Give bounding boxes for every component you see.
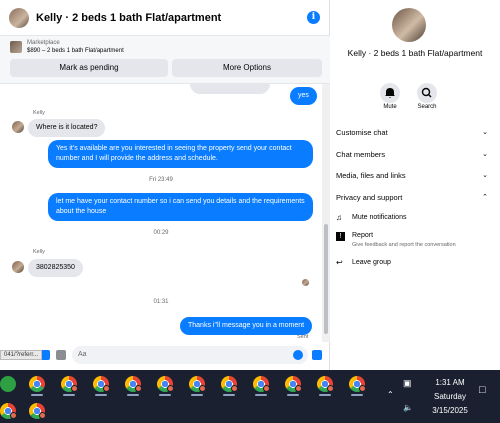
report-icon: ! <box>336 232 345 241</box>
message-bubble-incoming: Where is it located? <box>28 119 106 137</box>
bell-icon <box>385 88 395 98</box>
chat-header: Kelly · 2 beds 1 bath Flat/apartment i <box>0 0 330 36</box>
search-button[interactable] <box>417 83 437 103</box>
chevron-down-icon: ⌄ <box>482 172 488 179</box>
message-bubble-outgoing: yes <box>290 87 317 105</box>
row-label: Chat members <box>336 150 386 159</box>
marketplace-label: Marketplace <box>27 40 60 46</box>
active-indicator <box>351 394 363 396</box>
media-files-links-row[interactable]: Media, files and links ⌄ <box>336 171 488 180</box>
sender-name: Kelly <box>33 110 45 116</box>
listing-thumbnail[interactable] <box>10 41 22 53</box>
message-bubble-outgoing: let me have your contact number so i can… <box>48 193 313 221</box>
whatsapp-icon[interactable] <box>0 376 16 392</box>
search-icon <box>421 87 432 98</box>
timestamp: 01:31 <box>153 299 169 305</box>
chat-panel: Kelly · 2 beds 1 bath Flat/apartment i M… <box>0 0 330 370</box>
clock-date[interactable]: 3/15/2025 <box>425 406 475 415</box>
chevron-down-icon: ⌄ <box>482 129 488 136</box>
chevron-up-icon: ⌃ <box>482 194 488 201</box>
avatar[interactable] <box>9 7 29 28</box>
like-icon[interactable] <box>312 350 322 360</box>
status-url: 041/?referr... <box>0 350 43 360</box>
mute-notifications-icon: ♫ <box>336 213 342 222</box>
active-indicator <box>159 394 171 396</box>
profile-badge-icon <box>10 412 17 419</box>
sender-name: Kelly <box>33 249 45 255</box>
message-bubble-incoming: 3802825350 <box>28 259 83 277</box>
clock-time[interactable]: 1:31 AM <box>425 378 475 387</box>
leave-group-item[interactable]: Leave group <box>352 259 391 266</box>
volume-icon[interactable]: 🔈 <box>403 403 413 412</box>
profile-badge-icon <box>39 412 46 419</box>
message-bubble-outgoing: Yes it's available are you interested in… <box>48 140 313 168</box>
message-bubble-partial <box>190 84 270 94</box>
mute-notifications-item[interactable]: Mute notifications <box>352 214 406 221</box>
mute-button[interactable] <box>380 83 400 103</box>
avatar[interactable] <box>392 8 426 42</box>
chrome-icon[interactable] <box>29 376 45 392</box>
active-indicator <box>31 394 43 396</box>
profile-badge-icon <box>263 385 270 392</box>
profile-badge-icon <box>199 385 206 392</box>
scrollbar[interactable] <box>322 84 330 342</box>
chevron-up-icon[interactable]: ⌃ <box>387 390 394 399</box>
privacy-support-row[interactable]: Privacy and support ⌃ <box>336 193 488 202</box>
scrollbar-thumb[interactable] <box>324 224 328 334</box>
message-list: yes Kelly Where is it located? Yes it's … <box>0 84 322 342</box>
leave-icon: ↩ <box>336 258 343 267</box>
active-indicator <box>127 394 139 396</box>
messenger-window: Kelly · 2 beds 1 bath Flat/apartment i M… <box>0 0 500 370</box>
profile-badge-icon <box>359 385 366 392</box>
clock-day[interactable]: Saturday <box>425 392 475 401</box>
composer: Aa <box>0 342 330 370</box>
profile-badge-icon <box>295 385 302 392</box>
profile-badge-icon <box>135 385 142 392</box>
info-icon[interactable]: i <box>307 11 320 24</box>
profile-badge-icon <box>103 385 110 392</box>
active-indicator <box>287 394 299 396</box>
row-label: Customise chat <box>336 128 388 137</box>
message-input[interactable]: Aa <box>72 346 308 364</box>
message-status: Sent <box>297 334 309 340</box>
profile-badge-icon <box>327 385 334 392</box>
profile-badge-icon <box>167 385 174 392</box>
emoji-icon[interactable] <box>293 350 303 360</box>
profile-badge-icon <box>71 385 78 392</box>
report-item[interactable]: Report <box>352 232 373 239</box>
notification-icon[interactable]: □ <box>479 384 486 396</box>
conversation-details-panel: Kelly · 2 beds 1 bath Flat/apartment Mut… <box>330 0 500 370</box>
search-label: Search <box>417 104 437 110</box>
more-options-button[interactable]: More Options <box>172 59 322 77</box>
mark-as-pending-button[interactable]: Mark as pending <box>10 59 168 77</box>
avatar[interactable] <box>12 121 24 133</box>
active-indicator <box>191 394 203 396</box>
read-receipt-avatar <box>302 279 309 286</box>
chevron-down-icon: ⌄ <box>482 151 488 158</box>
sidebar-title: Kelly · 2 beds 1 bath Flat/apartment <box>347 48 483 58</box>
listing-title[interactable]: $890 – 2 beds 1 bath Flat/apartment <box>27 48 124 54</box>
active-indicator <box>319 394 331 396</box>
active-indicator <box>63 394 75 396</box>
monitor-icon[interactable]: ▣ <box>403 378 412 389</box>
taskbar: ⌃ ▣ 🔈 1:31 AM Saturday 3/15/2025 □ <box>0 370 500 423</box>
row-label: Media, files and links <box>336 171 406 180</box>
chat-title[interactable]: Kelly · 2 beds 1 bath Flat/apartment <box>36 12 221 24</box>
report-description: Give feedback and report the conversatio… <box>352 242 456 248</box>
gif-icon[interactable] <box>56 350 66 360</box>
timestamp: Fri 23:49 <box>149 177 173 183</box>
profile-badge-icon <box>231 385 238 392</box>
timestamp: 00:29 <box>153 230 169 236</box>
active-indicator <box>255 394 267 396</box>
message-bubble-outgoing: Thanks i"ll message you in a moment <box>180 317 313 335</box>
active-indicator <box>95 394 107 396</box>
row-label: Privacy and support <box>336 193 403 202</box>
avatar[interactable] <box>12 261 24 273</box>
customise-chat-row[interactable]: Customise chat ⌄ <box>336 128 488 137</box>
active-indicator <box>223 394 235 396</box>
mute-label: Mute <box>383 104 397 110</box>
chat-members-row[interactable]: Chat members ⌄ <box>336 150 488 159</box>
